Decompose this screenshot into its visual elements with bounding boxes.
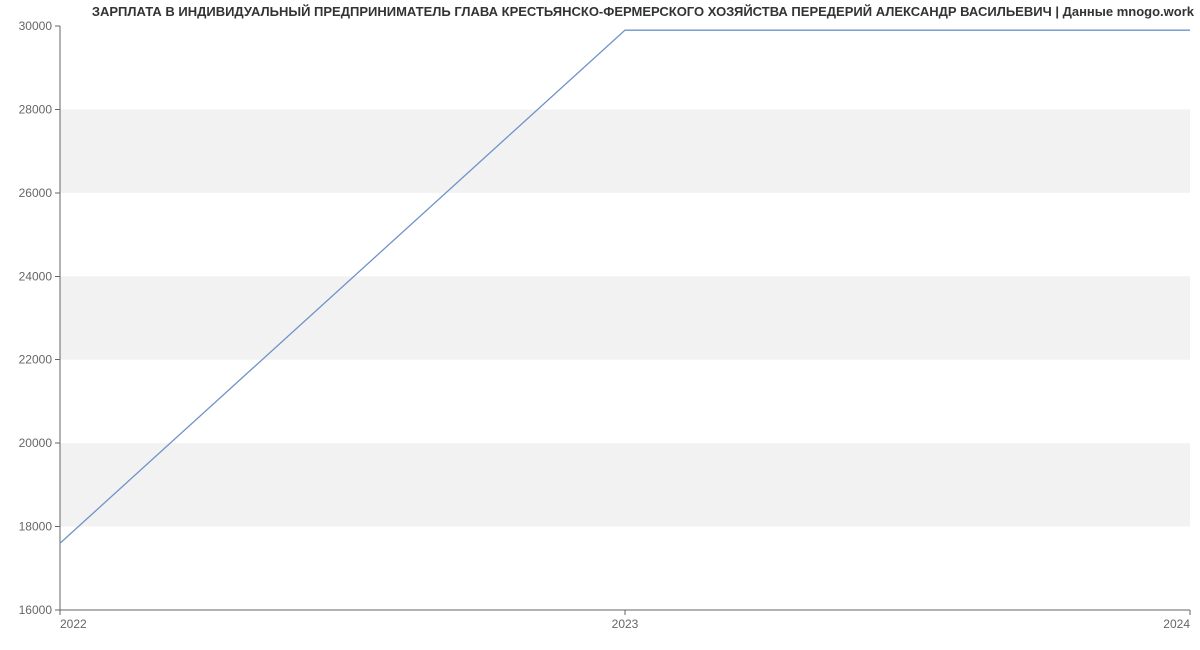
y-tick-label: 20000 [19, 436, 53, 450]
y-tick-label: 26000 [19, 186, 53, 200]
y-tick-label: 24000 [19, 269, 53, 283]
y-tick-label: 30000 [19, 19, 53, 33]
y-tick-label: 16000 [19, 603, 53, 617]
grid-band [60, 109, 1190, 192]
chart-svg: 16000 18000 20000 22000 24000 26000 28000 30000… [0, 0, 1200, 650]
salary-chart: ЗАРПЛАТА В ИНДИВИДУАЛЬНЫЙ ПРЕДПРИНИМАТЕЛ… [0, 0, 1200, 650]
grid-band [60, 443, 1190, 526]
y-tick-label: 18000 [19, 520, 53, 534]
y-tick-label: 28000 [19, 102, 53, 116]
x-tick-label: 2022 [60, 617, 87, 631]
x-tick-label: 2023 [612, 617, 639, 631]
grid-band [60, 276, 1190, 359]
chart-title: ЗАРПЛАТА В ИНДИВИДУАЛЬНЫЙ ПРЕДПРИНИМАТЕЛ… [0, 4, 1200, 19]
x-tick-label: 2024 [1163, 617, 1190, 631]
y-tick-label: 22000 [19, 353, 53, 367]
